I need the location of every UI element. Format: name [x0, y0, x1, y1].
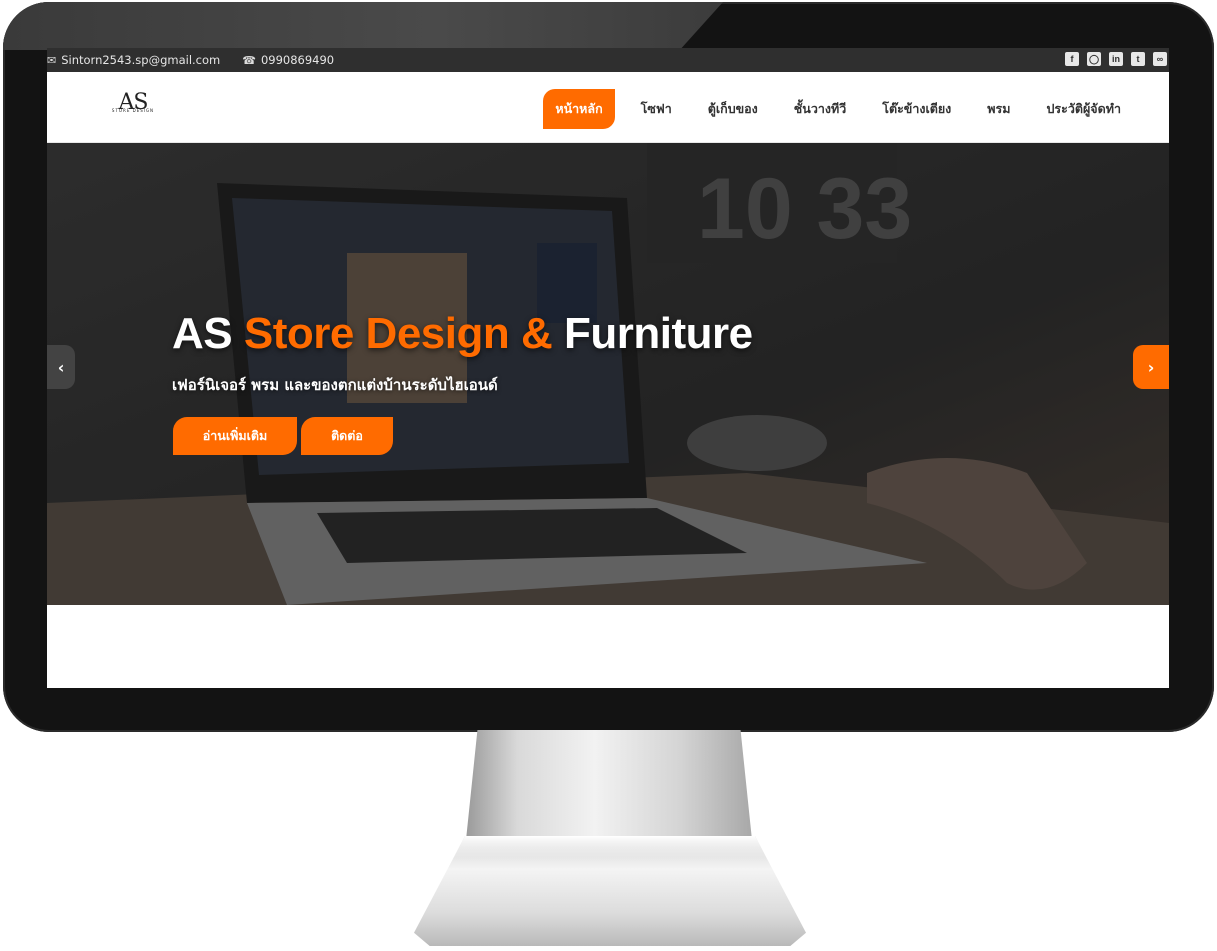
- logo[interactable]: AS STORE DESIGN: [101, 92, 165, 124]
- monitor-screen: ✉ Sintorn2543.sp@gmail.com ☎ 0990869490 …: [47, 48, 1169, 688]
- hero-subtitle: เฟอร์นิเจอร์ พรม และของตกแต่งบ้านระดับไฮ…: [172, 376, 498, 394]
- nav-item-cabinet[interactable]: ตู้เก็บของ: [690, 89, 776, 129]
- facebook-icon[interactable]: f: [1065, 52, 1079, 66]
- nav-item-about-author[interactable]: ประวัติผู้จัดทำ: [1028, 89, 1139, 129]
- phone-contact[interactable]: ☎ 0990869490: [242, 53, 334, 67]
- rss-icon[interactable]: ∞: [1153, 52, 1167, 66]
- monitor-stand-neck: [466, 730, 752, 840]
- bezel-glare: [3, 2, 723, 50]
- instagram-icon[interactable]: ◯: [1087, 52, 1101, 66]
- hero-title-suffix: Furniture: [563, 309, 753, 358]
- chevron-right-icon: ›: [1147, 357, 1155, 377]
- nav-item-bedside-table[interactable]: โต๊ะข้างเตียง: [864, 89, 969, 129]
- slider-next-button[interactable]: ›: [1133, 345, 1169, 389]
- envelope-icon: ✉: [47, 53, 57, 67]
- linkedin-icon[interactable]: in: [1109, 52, 1123, 66]
- nav-item-home[interactable]: หน้าหลัก: [543, 89, 615, 129]
- hero-title-prefix: AS: [172, 309, 233, 358]
- social-links: f ◯ in t ∞: [1065, 52, 1167, 66]
- phone-icon: ☎: [242, 53, 256, 67]
- hero-title: AS Store Design & Furniture: [172, 309, 753, 359]
- logo-subtitle: STORE DESIGN: [111, 108, 155, 113]
- monitor-bezel: ✉ Sintorn2543.sp@gmail.com ☎ 0990869490 …: [3, 2, 1214, 732]
- top-bar: ✉ Sintorn2543.sp@gmail.com ☎ 0990869490 …: [47, 48, 1169, 72]
- twitter-icon[interactable]: t: [1131, 52, 1145, 66]
- navbar: AS STORE DESIGN หน้าหลัก โซฟา ตู้เก็บของ…: [47, 72, 1169, 143]
- hero-slider: 10 33 AS Store Design & Furniture เฟอร์น…: [47, 143, 1169, 605]
- main-nav: หน้าหลัก โซฟา ตู้เก็บของ ชั้นวางทีวี โต๊…: [543, 89, 1139, 129]
- phone-text: 0990869490: [260, 53, 335, 67]
- nav-item-rug[interactable]: พรม: [969, 89, 1028, 129]
- email-text: Sintorn2543.sp@gmail.com: [61, 53, 221, 67]
- nav-item-sofa[interactable]: โซฟา: [623, 89, 690, 129]
- contact-button[interactable]: ติดต่อ: [301, 417, 393, 455]
- nav-item-tv-stand[interactable]: ชั้นวางทีวี: [776, 89, 864, 129]
- monitor-stand-base: [414, 836, 806, 946]
- slider-prev-button[interactable]: ‹: [47, 345, 75, 389]
- email-contact[interactable]: ✉ Sintorn2543.sp@gmail.com: [47, 53, 220, 67]
- hero-title-accent: Store Design &: [243, 309, 553, 358]
- chevron-left-icon: ‹: [57, 357, 65, 377]
- read-more-button[interactable]: อ่านเพิ่มเติม: [173, 417, 297, 455]
